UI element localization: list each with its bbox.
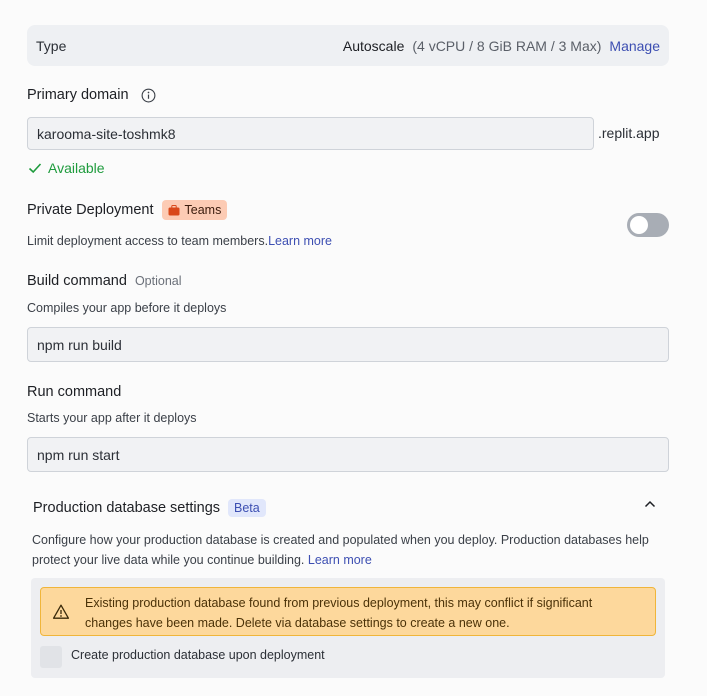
chevron-up-icon[interactable] [643, 497, 657, 511]
build-command-value: npm run build [37, 336, 122, 353]
existing-db-warning: Existing production database found from … [40, 587, 656, 636]
prod-db-heading[interactable]: Production database settings Beta [33, 499, 266, 517]
optional-tag: Optional [134, 274, 182, 288]
private-deployment-label: Private Deployment [27, 202, 154, 218]
run-command-input[interactable]: npm run start [27, 437, 669, 472]
prod-db-title: Production database settings [33, 500, 221, 516]
run-command-description: Starts your app after it deploys [27, 411, 197, 425]
prod-db-learn-more-link[interactable]: Learn more [308, 553, 372, 567]
toggle-knob [630, 216, 648, 234]
deployment-settings-panel: Type Autoscale (4 vCPU / 8 GiB RAM / 3 M… [0, 0, 707, 696]
primary-domain-label: Primary domain [27, 87, 129, 103]
type-label: Type [36, 37, 67, 54]
domain-availability: Available [28, 160, 105, 176]
run-command-value: npm run start [37, 446, 120, 463]
run-command-heading: Run command [27, 384, 121, 400]
briefcase-icon [168, 204, 180, 215]
teams-badge-label: Teams [184, 203, 222, 217]
warning-icon [52, 604, 70, 619]
build-command-input[interactable]: npm run build [27, 327, 669, 362]
create-prod-db-checkbox[interactable] [40, 646, 62, 668]
build-command-description: Compiles your app before it deploys [27, 301, 227, 315]
private-deployment-description: Limit deployment access to team members.… [27, 234, 332, 248]
private-description-text: Limit deployment access to team members. [27, 234, 269, 248]
domain-suffix: .replit.app [598, 125, 660, 141]
type-summary: Autoscale (4 vCPU / 8 GiB RAM / 3 Max) M… [343, 38, 660, 54]
build-command-label: Build command [27, 273, 127, 289]
manage-link[interactable]: Manage [609, 38, 660, 54]
private-deployment-heading: Private Deployment Teams [27, 200, 228, 220]
type-value: Autoscale [342, 37, 405, 54]
beta-badge: Beta [228, 499, 266, 517]
warning-line-1: Existing production database found from … [85, 596, 593, 610]
teams-badge: Teams [161, 200, 228, 220]
prod-db-description: Configure how your production database i… [32, 531, 672, 570]
private-learn-more-link[interactable]: Learn more [268, 234, 332, 248]
create-prod-db-label: Create production database upon deployme… [71, 648, 325, 662]
primary-domain-value: karooma-site-toshmk8 [37, 125, 176, 142]
warning-text: Existing production database found from … [85, 593, 645, 633]
build-command-heading: Build command Optional [27, 273, 182, 289]
primary-domain-heading: Primary domain [27, 87, 156, 103]
run-command-label: Run command [27, 384, 122, 400]
private-deployment-toggle[interactable] [627, 213, 669, 237]
machine-type-row: Type Autoscale (4 vCPU / 8 GiB RAM / 3 M… [27, 25, 669, 66]
availability-text: Available [48, 160, 105, 176]
primary-domain-input[interactable]: karooma-site-toshmk8 [27, 117, 594, 150]
type-details: (4 vCPU / 8 GiB RAM / 3 Max) [412, 37, 602, 54]
info-icon[interactable] [141, 88, 156, 103]
warning-line-2: changes have been made. Delete via datab… [85, 616, 510, 630]
check-icon [28, 163, 42, 174]
